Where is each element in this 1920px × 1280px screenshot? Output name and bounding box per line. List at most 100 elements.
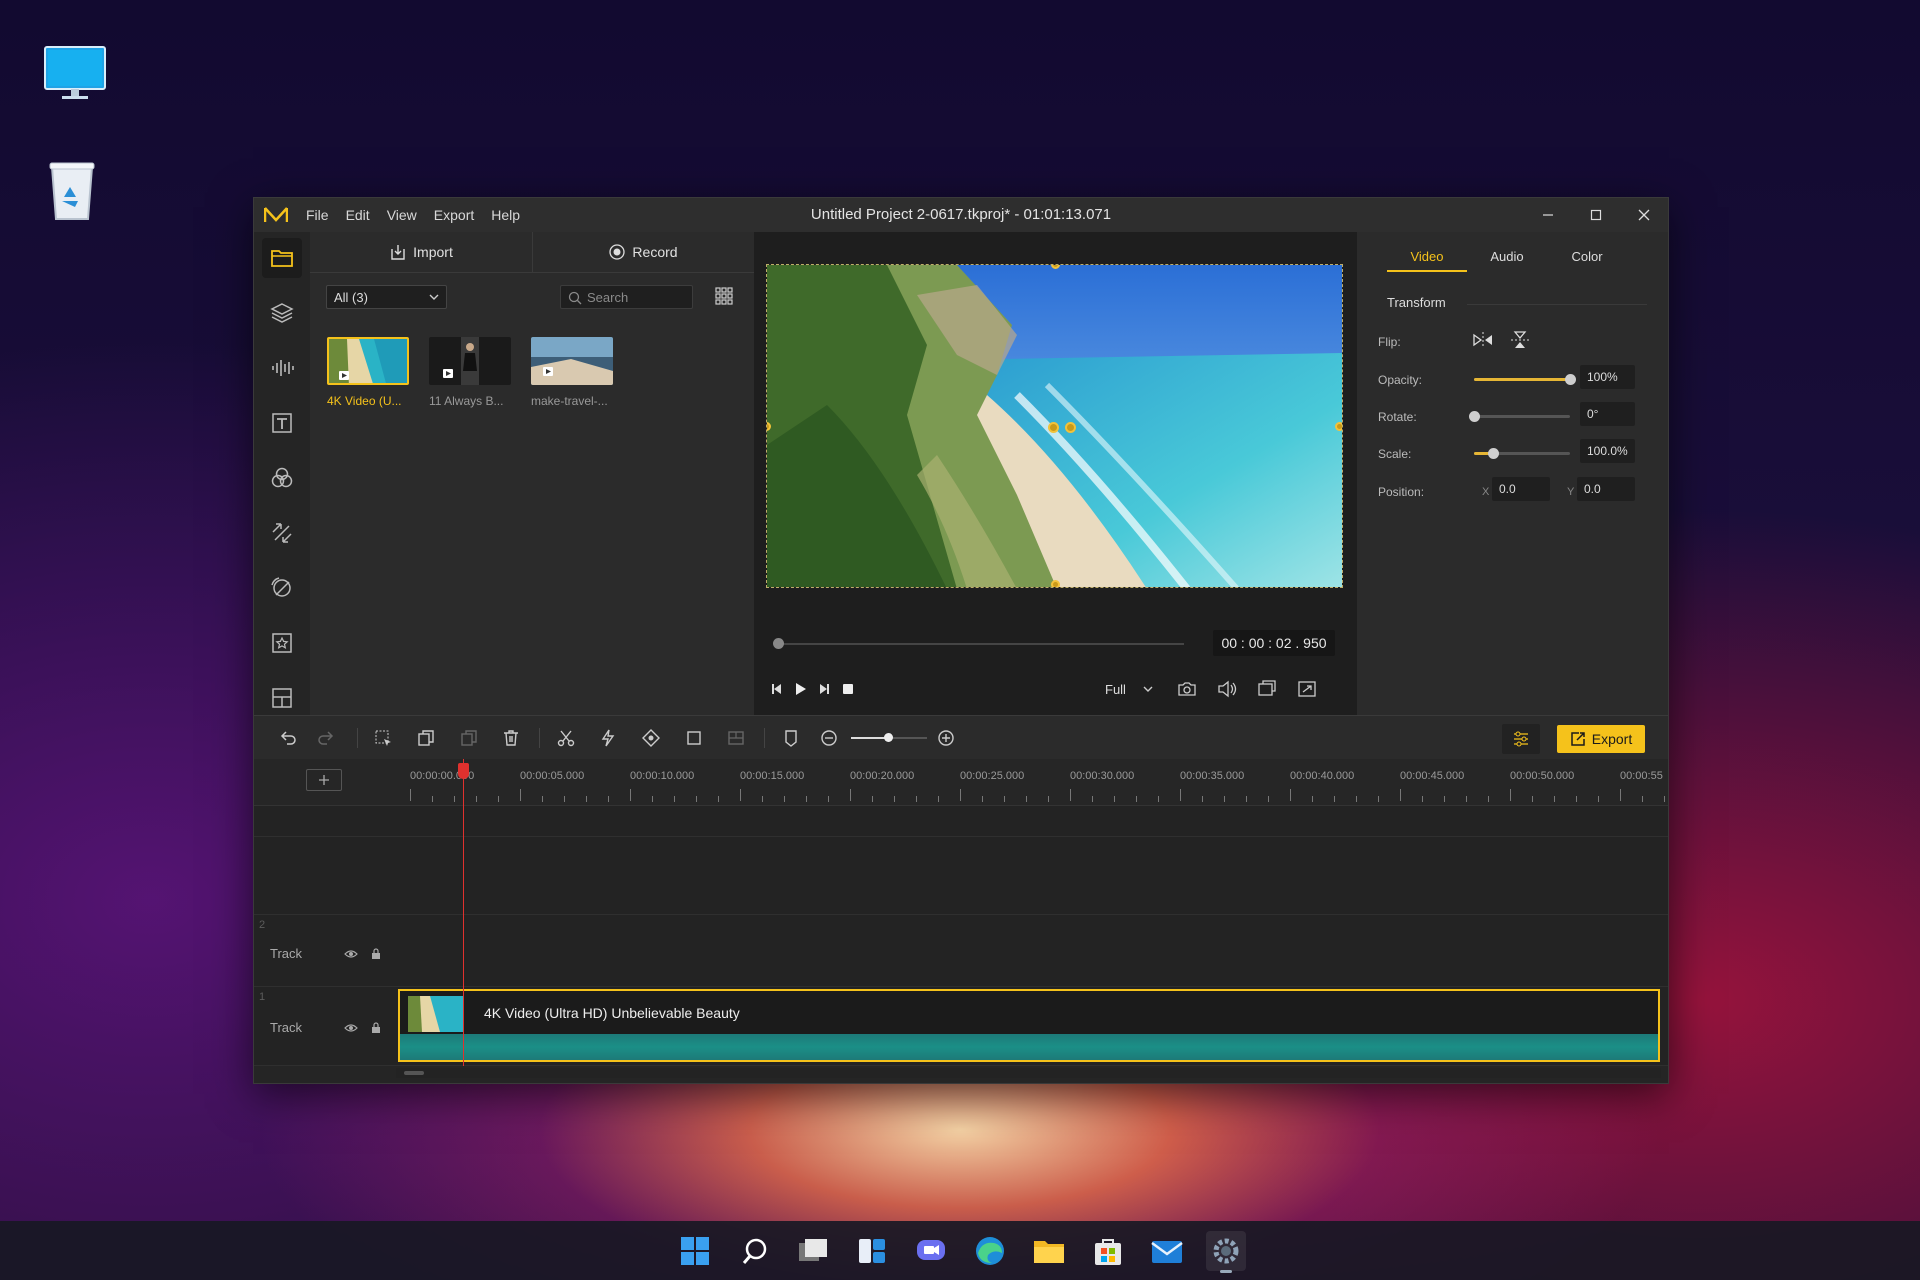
grid-view-button[interactable] — [715, 287, 735, 307]
playhead[interactable] — [458, 759, 469, 1066]
slider-knob[interactable] — [1565, 374, 1576, 385]
sidebar-text[interactable] — [262, 403, 302, 443]
rotate-input[interactable]: 0° — [1580, 402, 1635, 426]
mail-button[interactable] — [1147, 1231, 1187, 1271]
opacity-slider[interactable] — [1474, 374, 1576, 385]
video-canvas[interactable] — [766, 264, 1343, 588]
timeline-zoom-knob[interactable] — [884, 733, 893, 742]
speed-button[interactable] — [596, 726, 620, 750]
maximize-button[interactable] — [1572, 198, 1620, 232]
rotate-slider[interactable] — [1469, 411, 1570, 422]
sidebar-templates[interactable] — [262, 678, 302, 718]
this-pc-desktop-icon[interactable] — [35, 38, 115, 108]
record-button[interactable]: Record — [532, 232, 754, 272]
preview-zoom-select[interactable]: Full — [1097, 677, 1159, 701]
sidebar-media[interactable] — [262, 238, 302, 278]
sidebar-animations[interactable] — [262, 568, 302, 608]
pip-button[interactable] — [1254, 676, 1280, 702]
edge-button[interactable] — [970, 1231, 1010, 1271]
anchor-point-handle[interactable] — [1048, 422, 1059, 433]
fullscreen-button[interactable] — [1294, 676, 1320, 702]
play-button[interactable] — [787, 676, 813, 702]
scale-slider[interactable] — [1474, 448, 1570, 459]
close-button[interactable] — [1620, 198, 1668, 232]
start-button[interactable] — [675, 1231, 715, 1271]
opacity-input[interactable]: 100% — [1580, 365, 1635, 389]
position-y-input[interactable]: 0.0 — [1577, 477, 1635, 501]
lock-icon[interactable] — [371, 947, 381, 960]
track-lane-2[interactable] — [396, 915, 1668, 987]
timeline-scrollbar-thumb[interactable] — [404, 1071, 424, 1075]
file-explorer-button[interactable] — [1029, 1231, 1069, 1271]
next-frame-button[interactable] — [811, 676, 837, 702]
menu-edit[interactable]: Edit — [346, 207, 370, 223]
freeze-frame-button[interactable] — [724, 726, 748, 750]
zoom-out-button[interactable] — [817, 726, 841, 750]
position-x-input[interactable]: 0.0 — [1492, 477, 1550, 501]
tab-audio[interactable]: Audio — [1467, 242, 1547, 270]
chat-button[interactable] — [911, 1231, 951, 1271]
track-header-2[interactable]: 2 Track — [254, 915, 396, 987]
menu-help[interactable]: Help — [491, 207, 520, 223]
media-search-input[interactable]: Search — [560, 285, 693, 309]
recycle-bin-desktop-icon[interactable] — [32, 155, 112, 225]
settings-button[interactable] — [1206, 1231, 1246, 1273]
undo-button[interactable] — [276, 726, 300, 750]
media-item-music-video[interactable] — [429, 337, 511, 385]
scrubber-knob[interactable] — [773, 638, 784, 649]
minimize-button[interactable] — [1524, 198, 1572, 232]
rotate-handle[interactable] — [1065, 422, 1076, 433]
eye-icon[interactable] — [344, 1023, 358, 1033]
timeline-zoom-slider[interactable] — [851, 733, 927, 742]
delete-button[interactable] — [499, 726, 523, 750]
sidebar-filters[interactable] — [262, 458, 302, 498]
duplicate-button[interactable] — [414, 726, 438, 750]
scale-input[interactable]: 100.0% — [1580, 439, 1635, 463]
eye-icon[interactable] — [344, 949, 358, 959]
tab-video[interactable]: Video — [1387, 242, 1467, 272]
lock-icon[interactable] — [371, 1021, 381, 1034]
sidebar-audio[interactable] — [262, 348, 302, 388]
tab-color[interactable]: Color — [1547, 242, 1627, 270]
media-filter-dropdown[interactable]: All (3) — [326, 285, 447, 309]
copy-button[interactable] — [457, 726, 481, 750]
media-item-travel-video[interactable] — [531, 337, 613, 385]
taskbar-search-button[interactable] — [735, 1231, 775, 1271]
export-button[interactable]: Export — [1557, 725, 1645, 753]
slider-knob[interactable] — [1469, 411, 1480, 422]
resize-handle-right[interactable] — [1335, 422, 1342, 431]
playhead-handle[interactable] — [458, 763, 469, 779]
volume-button[interactable] — [1214, 676, 1240, 702]
split-button[interactable] — [554, 726, 578, 750]
track-header-1[interactable]: 1 Track — [254, 987, 396, 1066]
zoom-in-button[interactable] — [934, 726, 958, 750]
crop-button[interactable] — [682, 726, 706, 750]
menu-export[interactable]: Export — [434, 207, 474, 223]
menu-view[interactable]: View — [387, 207, 417, 223]
sidebar-elements[interactable] — [262, 623, 302, 663]
menu-file[interactable]: File — [306, 207, 329, 223]
resize-handle-bottom[interactable] — [1051, 580, 1060, 587]
timeline-settings-button[interactable] — [1502, 724, 1540, 754]
flip-vertical-button[interactable] — [1509, 330, 1533, 352]
flip-horizontal-button[interactable] — [1472, 330, 1496, 352]
media-item-beach-video[interactable] — [327, 337, 409, 385]
widgets-button[interactable] — [852, 1231, 892, 1271]
store-button[interactable] — [1088, 1231, 1128, 1271]
timeline-ruler[interactable]: 00:00:00.000 00:00:05.000 00:00:10.000 00:0… — [396, 759, 1668, 806]
import-button[interactable]: Import — [310, 232, 533, 272]
video-clip[interactable]: 4K Video (Ultra HD) Unbelievable Beauty — [398, 989, 1660, 1062]
slider-knob[interactable] — [1488, 448, 1500, 459]
sidebar-layers[interactable] — [262, 293, 302, 333]
marker-button[interactable] — [779, 726, 803, 750]
select-tool-button[interactable] — [371, 726, 395, 750]
preview-scrubber[interactable] — [773, 638, 1184, 649]
timeline-scrollbar[interactable] — [396, 1068, 1661, 1078]
keyframe-button[interactable] — [639, 726, 663, 750]
sidebar-transitions[interactable] — [262, 513, 302, 553]
add-track-button[interactable] — [306, 769, 342, 791]
task-view-button[interactable] — [793, 1231, 833, 1271]
stop-button[interactable] — [835, 676, 861, 702]
snapshot-button[interactable] — [1174, 676, 1200, 702]
redo-button[interactable] — [314, 726, 338, 750]
